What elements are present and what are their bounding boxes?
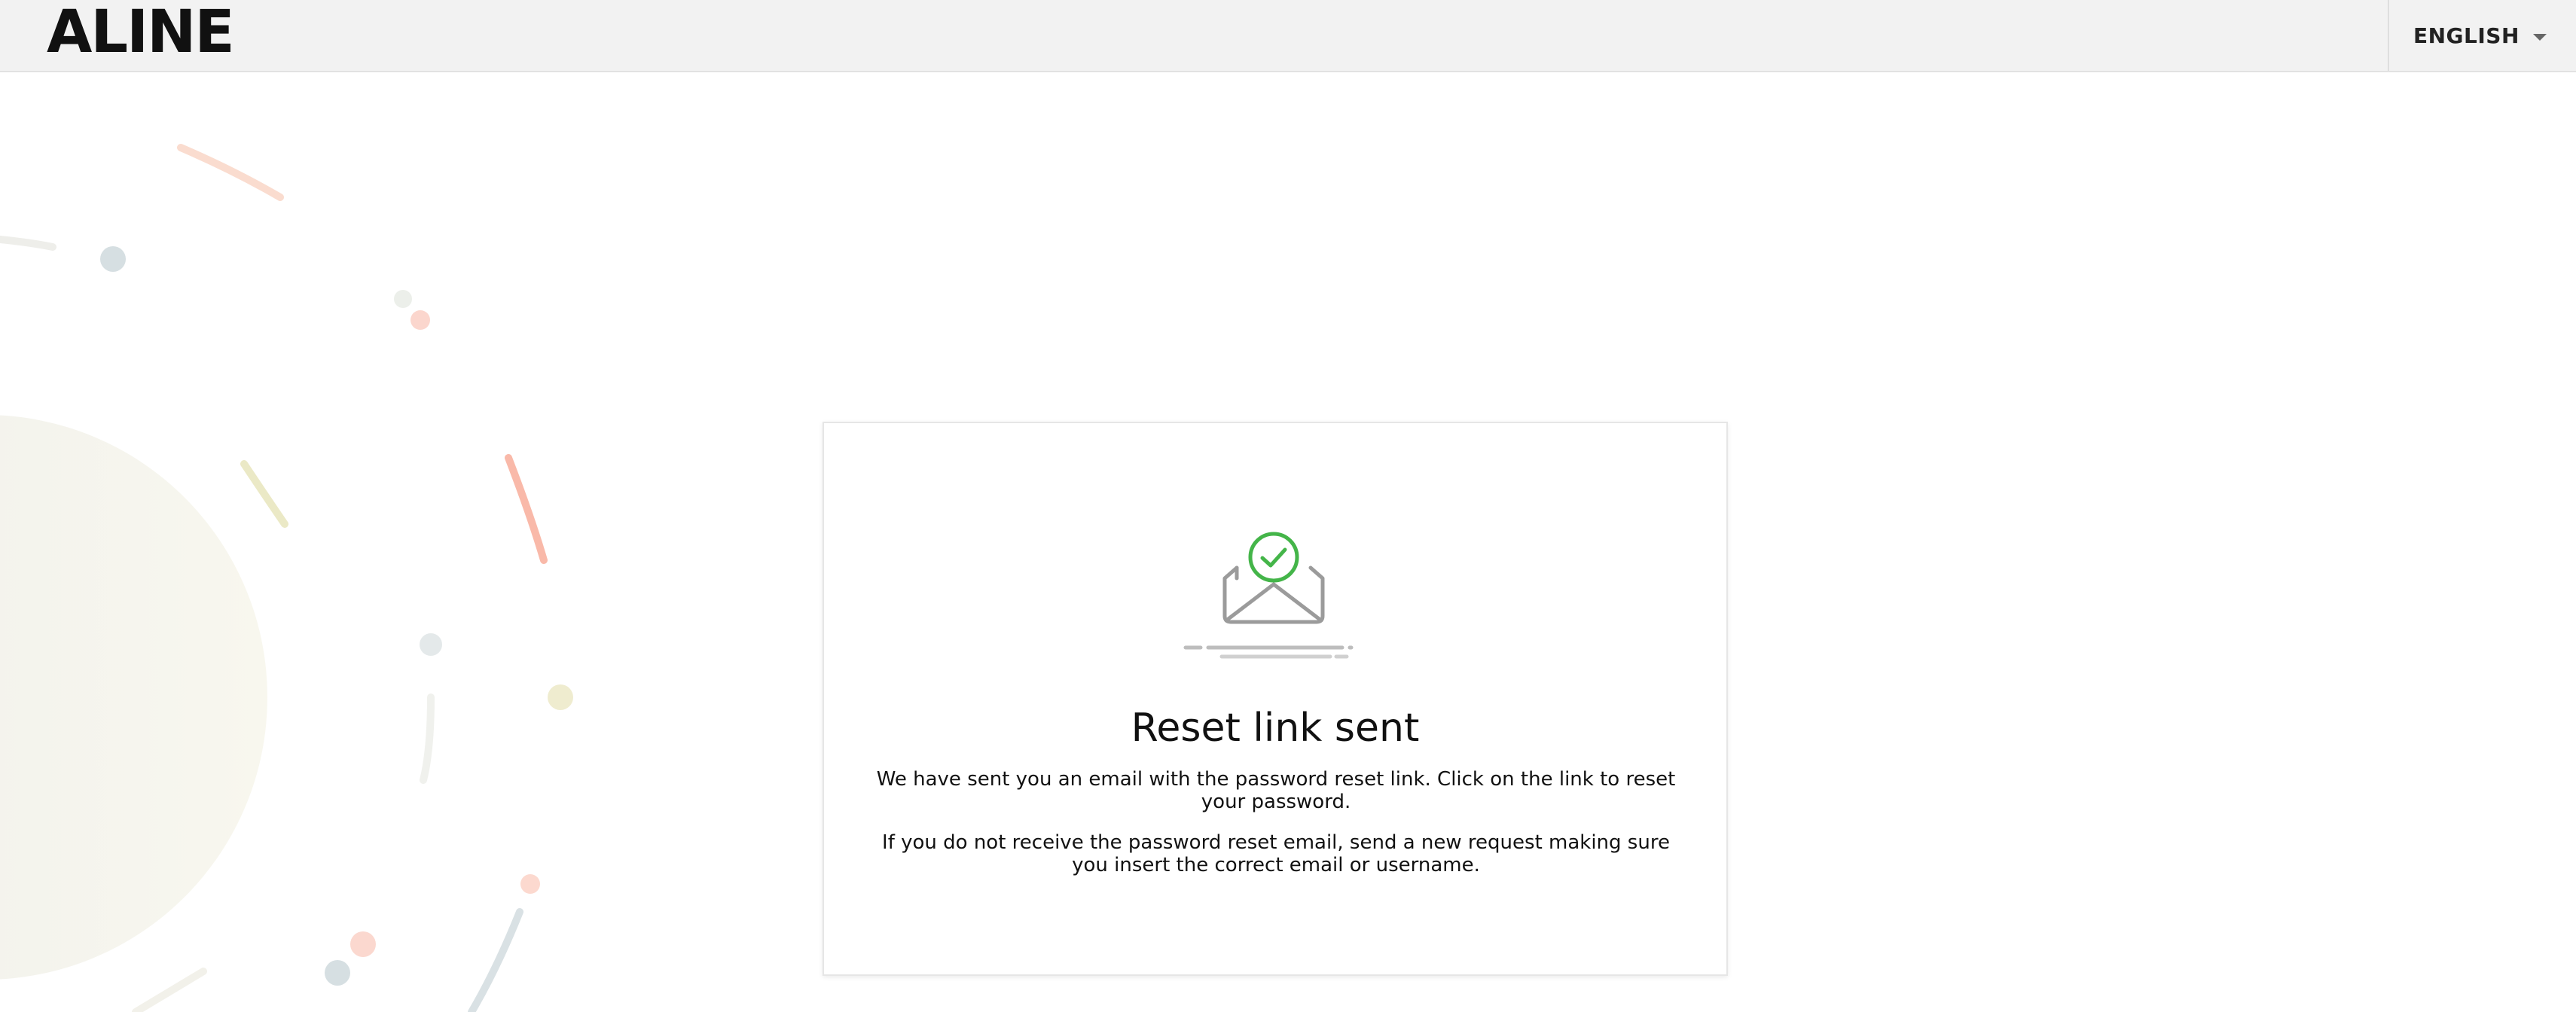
top-bar: ALINE ENGLISH (0, 0, 2576, 72)
logo[interactable]: ALINE (47, 0, 235, 66)
page-title: Reset link sent (1131, 706, 1420, 751)
language-selector[interactable]: ENGLISH (2388, 0, 2576, 71)
reset-link-card: Reset link sent We have sent you an emai… (823, 422, 1728, 976)
logo-text: ALINE (47, 0, 235, 66)
reset-message-secondary: If you do not receive the password reset… (882, 831, 1670, 876)
envelope-check-icon (1183, 532, 1354, 659)
chevron-down-icon (2532, 33, 2547, 41)
language-label: ENGLISH (2413, 23, 2520, 48)
reset-message-primary: We have sent you an email with the passw… (876, 768, 1676, 813)
decorative-background (0, 144, 573, 1012)
